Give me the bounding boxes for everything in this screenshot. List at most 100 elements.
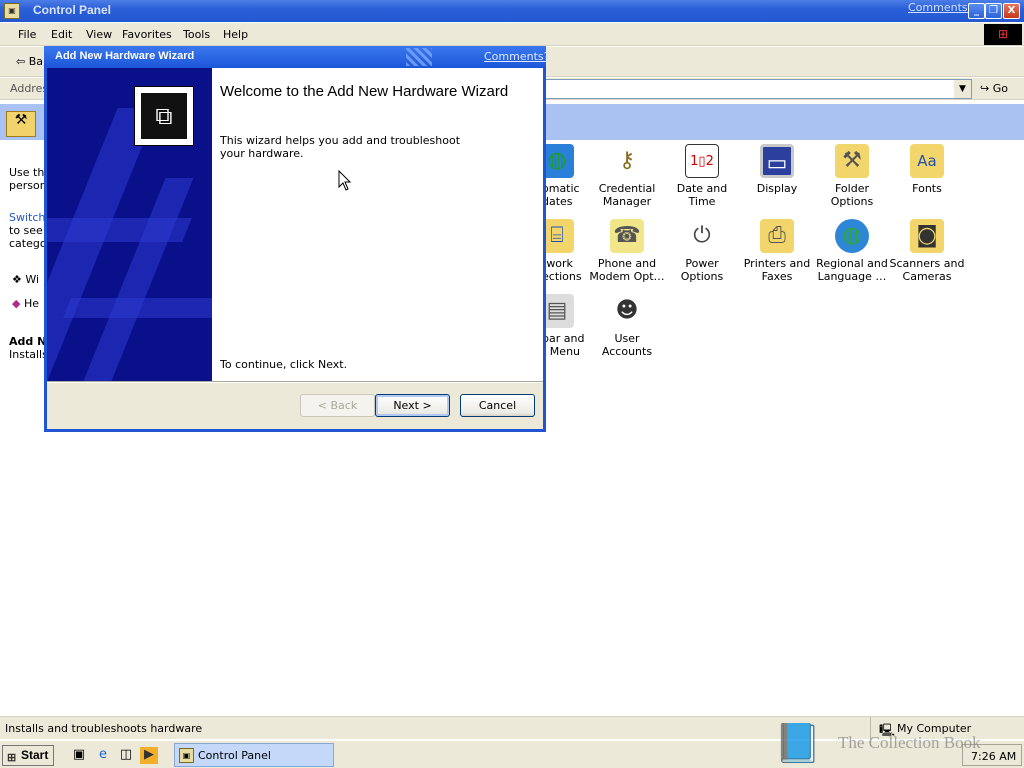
printers-faxes-item[interactable]: ⎙ Printers and Faxes [738, 219, 816, 283]
date-time-item[interactable]: 1▯2 Date and Time [663, 144, 741, 208]
icon-label: omatic dates [542, 182, 580, 208]
wizard-body: Welcome to the Add New Hardware Wizard T… [212, 68, 543, 381]
menu-help[interactable]: Help [223, 28, 248, 41]
media-player-icon[interactable]: ▶ [140, 747, 158, 764]
wizard-banner: ⧉ [47, 68, 212, 381]
globe-icon: ◍ [835, 219, 869, 253]
dialog-title: Add New Hardware Wizard [55, 50, 195, 62]
windows-flag-icon: ⊞ [7, 752, 17, 764]
window-title: Control Panel [33, 3, 112, 17]
switch-view-link[interactable]: Switch [9, 211, 45, 224]
wizard-continue-text: To continue, click Next. [220, 358, 348, 371]
cancel-button[interactable]: Cancel [460, 394, 535, 417]
icon-label: Fonts [912, 182, 942, 195]
network-connections-item[interactable]: ⌸ twork ections [540, 219, 590, 283]
control-panel-icon: ▣ [4, 3, 20, 19]
next-button[interactable]: Next > [375, 394, 450, 417]
icon-label: Printers and Faxes [743, 257, 811, 283]
start-button[interactable]: ⊞ Start [2, 745, 54, 766]
address-label: Addres [10, 82, 49, 95]
start-label: Start [21, 748, 49, 762]
printer-icon: ⎙ [760, 219, 794, 253]
book-icon: 📘 [774, 721, 822, 765]
wizard-heading: Welcome to the Add New Hardware Wizard [220, 83, 509, 100]
windows-logo-icon: ⊞ [984, 24, 1022, 45]
status-text: Installs and troubleshoots hardware [5, 722, 203, 735]
control-panel-header-icon: ⚒ [6, 111, 36, 137]
icon-label: Display [756, 182, 798, 195]
mouse-cursor-icon [338, 170, 352, 191]
icon-label: Folder Options [830, 182, 874, 208]
automatic-updates-item[interactable]: ◍ omatic dates [540, 144, 590, 208]
wizard-description: This wizard helps you add and troublesho… [220, 134, 461, 160]
menu-view[interactable]: View [86, 28, 112, 41]
help-label: He [23, 297, 40, 310]
camera-icon: ◙ [910, 219, 944, 253]
power-icon: ⏻ [693, 223, 711, 248]
windows-update-icon: ❖ [12, 273, 22, 286]
dialog-comments-link[interactable]: Comments? [484, 50, 549, 63]
icon-label: Scanners and Cameras [889, 257, 965, 283]
menu-favorites[interactable]: Favorites [122, 28, 172, 41]
task-pane: Use the person Switch to see i catego ❖ … [0, 140, 54, 715]
icon-label: twork ections [542, 257, 582, 283]
help-link[interactable]: ◆ He [12, 297, 39, 310]
display-item[interactable]: ▭ Display [738, 144, 816, 195]
add-hardware-wizard-dialog: Add New Hardware Wizard Comments? ⧉ Welc… [44, 46, 549, 432]
fonts-item[interactable]: Aa Fonts [888, 144, 966, 195]
go-arrow-icon: ↪ [980, 82, 993, 95]
close-button[interactable]: X [1003, 3, 1020, 19]
hardware-icon: ⧉ [134, 86, 194, 146]
user-accounts-item[interactable]: ☻ User Accounts [588, 294, 666, 358]
fonts-folder-icon: Aa [910, 144, 944, 178]
credential-manager-item[interactable]: ⚷ Credential Manager [588, 144, 666, 208]
task-pane-text: person [9, 179, 47, 192]
go-button[interactable]: ↪ Go [980, 82, 1008, 95]
power-options-item[interactable]: ⏻ Power Options [663, 219, 741, 283]
folder-options-icon: ⚒ [835, 144, 869, 178]
calendar-clock-icon: 1▯2 [685, 144, 719, 178]
icon-label: Regional and Language … [816, 257, 888, 283]
taskbar-control-panel[interactable]: ▣ Control Panel [174, 743, 334, 767]
menubar: File Edit View Favorites Tools Help ⊞ [0, 23, 1024, 46]
scanners-cameras-item[interactable]: ◙ Scanners and Cameras [888, 219, 966, 283]
phone-icon: ☎ [610, 219, 644, 253]
details-text: Installs [9, 348, 48, 361]
taskbar-start-menu-item[interactable]: ▤ bar and t Menu [540, 294, 590, 358]
show-desktop-icon[interactable]: ▣ [70, 747, 88, 764]
users-icon: ☻ [615, 298, 639, 323]
icon-label: Credential Manager [598, 182, 656, 208]
watermark: 📘 The Collection Book [774, 720, 1014, 768]
task-label: Control Panel [198, 749, 271, 762]
phone-modem-item[interactable]: ☎ Phone and Modem Opt… [588, 219, 666, 283]
dialog-titlebar[interactable]: Add New Hardware Wizard Comments? [44, 46, 549, 68]
menu-edit[interactable]: Edit [51, 28, 72, 41]
menu-file[interactable]: File [18, 28, 36, 41]
icon-label: Power Options [680, 257, 724, 283]
restore-button[interactable]: ❐ [985, 3, 1002, 19]
help-book-icon: ◆ [12, 297, 21, 310]
explorer-icon[interactable]: ◫ [117, 747, 135, 764]
task-pane-text: catego [9, 237, 47, 250]
icon-label: User Accounts [601, 332, 653, 358]
menu-tools[interactable]: Tools [183, 28, 210, 41]
go-label: Go [992, 82, 1008, 95]
minimize-button[interactable]: _ [968, 3, 985, 19]
folder-options-item[interactable]: ⚒ Folder Options [813, 144, 891, 208]
keys-icon: ⚷ [618, 148, 636, 173]
window-titlebar[interactable]: ▣ Control Panel Comments? _ ❐ X [0, 0, 1024, 22]
icon-label: Phone and Modem Opt… [589, 257, 665, 283]
watermark-text: The Collection Book [838, 733, 981, 752]
chevron-down-icon[interactable]: ▼ [954, 80, 971, 98]
icon-label: bar and t Menu [542, 332, 585, 358]
titlebar-pattern [406, 48, 432, 66]
windows-update-link[interactable]: ❖ Wi [12, 273, 39, 286]
internet-explorer-icon[interactable]: e [94, 747, 112, 764]
control-panel-icon: ▣ [179, 748, 194, 763]
regional-language-item[interactable]: ◍ Regional and Language … [813, 219, 891, 283]
back-button[interactable]: < Back [300, 394, 375, 417]
back-button[interactable]: ⇦ Ba [16, 55, 43, 68]
monitor-icon: ▭ [760, 144, 794, 178]
comments-link[interactable]: Comments? [908, 1, 973, 14]
windows-update-label: Wi [25, 273, 40, 286]
